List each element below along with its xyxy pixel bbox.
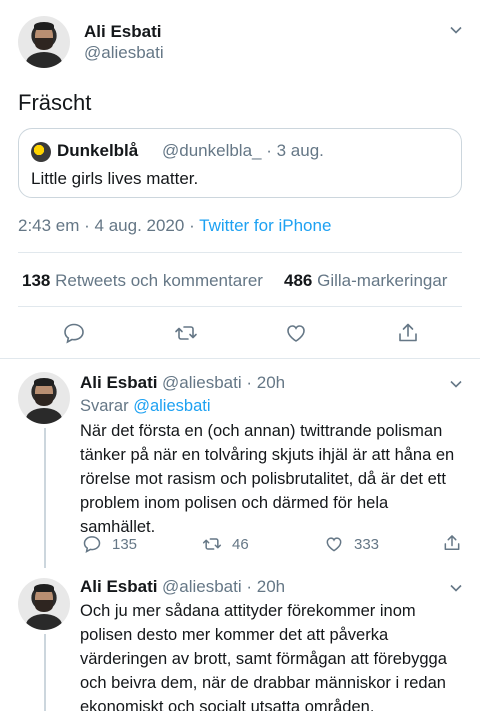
quoted-meta: @dunkelbla_ · 3 aug. <box>162 141 324 160</box>
replying-handle[interactable]: @aliesbati <box>133 397 210 415</box>
retweets-label: Retweets och kommentarer <box>55 271 263 290</box>
tweet-timestamp: 2:43 em · 4 aug. 2020 · Twitter for iPho… <box>18 216 331 236</box>
like-count: 333 <box>354 536 380 553</box>
reply-line: tänker på när en tolvåring skjuts ihjäl … <box>80 446 455 464</box>
quoted-author-name: Dunkelblå <box>57 141 139 160</box>
reply-meta: @aliesbati · 20h <box>162 373 286 392</box>
tweet-text: Fräscht <box>18 90 92 115</box>
reply-line: rörelse mot rasism och polisbrutalitet, … <box>80 470 446 488</box>
chevron-down-icon[interactable] <box>448 580 464 596</box>
quoted-text: Little girls lives matter. <box>31 169 199 188</box>
divider <box>0 358 480 359</box>
reply-line: värderingen av brott, samt förmågan att … <box>80 650 447 668</box>
author-handle[interactable]: @aliesbati <box>84 43 164 63</box>
author-name[interactable]: Ali Esbati <box>84 22 161 42</box>
quoted-author-avatar <box>31 142 51 162</box>
chevron-down-icon[interactable] <box>448 376 464 392</box>
reply-meta: @aliesbati · 20h <box>162 577 286 596</box>
reply-author-avatar[interactable] <box>18 372 70 424</box>
reply-text: Och ju mer sådana attityder förekommer i… <box>80 599 470 711</box>
share-icon[interactable] <box>442 533 462 553</box>
reply-line: När det första en (och annan) twittrande… <box>80 422 443 440</box>
retweets-count: 138 <box>22 271 51 290</box>
share-icon[interactable] <box>396 321 420 345</box>
reply-line: samhället. <box>80 518 156 536</box>
reply-author-avatar[interactable] <box>18 578 70 630</box>
retweet-icon[interactable] <box>202 534 222 554</box>
reply-line: ekonomiskt och socialt utsatta områden. <box>80 698 375 711</box>
author-avatar[interactable] <box>18 16 70 68</box>
reply-author-name[interactable]: Ali Esbati <box>80 577 157 597</box>
quoted-tweet[interactable]: Dunkelblå @dunkelbla_ · 3 aug. Little gi… <box>18 128 462 198</box>
reply-line: problem inom polisen och därmed för hela <box>80 494 389 512</box>
replying-label: Svarar <box>80 397 129 415</box>
reply-line: och beivra dem, när de drabbar människor… <box>80 674 446 692</box>
reply-text: När det första en (och annan) twittrande… <box>80 419 470 539</box>
chevron-down-icon[interactable] <box>448 22 464 38</box>
source-link[interactable]: Twitter for iPhone <box>199 216 331 235</box>
reply-line: polisen desto mer kommer det att påverka <box>80 626 389 644</box>
retweet-count: 46 <box>232 536 249 553</box>
divider <box>18 252 462 253</box>
time-date: 2:43 em · 4 aug. 2020 · <box>18 216 200 235</box>
reply-author-name[interactable]: Ali Esbati <box>80 373 157 393</box>
reply-icon[interactable] <box>82 534 102 554</box>
likes-label: Gilla-markeringar <box>317 271 448 290</box>
like-icon[interactable] <box>324 534 344 554</box>
retweet-icon[interactable] <box>174 321 198 345</box>
replying-to: Svarar @aliesbati <box>80 397 211 416</box>
reply-count: 135 <box>112 536 138 553</box>
likes-count: 486 <box>284 271 313 290</box>
reply-icon[interactable] <box>62 321 86 345</box>
thread-line <box>44 634 46 711</box>
like-icon[interactable] <box>284 321 308 345</box>
reply-line: Och ju mer sådana attityder förekommer i… <box>80 602 416 620</box>
thread-line <box>44 428 46 568</box>
likes-stat[interactable]: 486 Gilla-markeringar <box>284 271 447 291</box>
divider <box>18 306 462 307</box>
retweets-stat[interactable]: 138 Retweets och kommentarer <box>22 271 263 291</box>
